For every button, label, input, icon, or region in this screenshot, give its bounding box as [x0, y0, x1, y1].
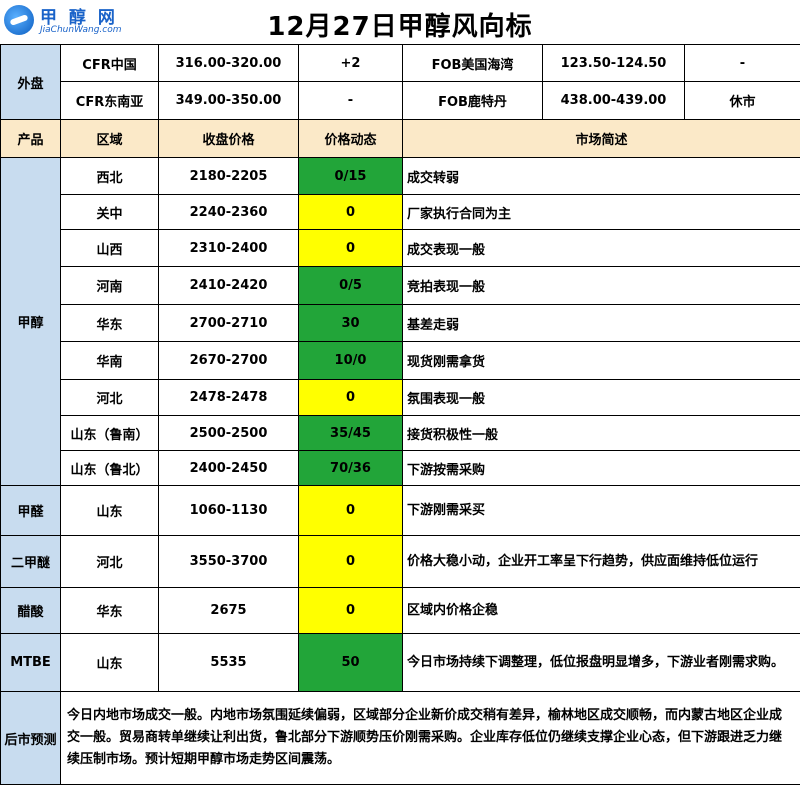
price-cell: 2478-2478 [158, 379, 299, 416]
region-cell: 河北 [60, 379, 159, 416]
external-name: FOB鹿特丹 [402, 81, 543, 120]
table-row: 河北 2478-2478 0 氛围表现一般 [1, 379, 800, 416]
region-cell: 华东 [60, 587, 159, 634]
region-cell: 山东 [60, 633, 159, 692]
price-cell: 2670-2700 [158, 341, 299, 380]
external-label: 外盘 [0, 44, 61, 120]
external-price: 349.00-350.00 [158, 81, 299, 120]
change-cell: 35/45 [298, 415, 403, 451]
col-product: 产品 [0, 119, 61, 158]
price-cell: 2500-2500 [158, 415, 299, 451]
desc-cell: 下游刚需采买 [402, 485, 800, 536]
desc-cell: 今日市场持续下调整理，低位报盘明显增多，下游业者刚需求购。 [402, 633, 800, 692]
price-cell: 2310-2400 [158, 229, 299, 267]
price-cell: 2410-2420 [158, 266, 299, 305]
region-cell: 山东 [60, 485, 159, 536]
desc-cell: 价格大稳小动，企业开工率呈下行趋势，供应面维持低位运行 [402, 535, 800, 588]
change-cell: 0 [298, 587, 403, 634]
external-price: 438.00-439.00 [542, 81, 685, 120]
col-desc: 市场简述 [402, 119, 800, 158]
change-cell: 0 [298, 229, 403, 267]
change-cell: 30 [298, 304, 403, 342]
region-cell: 山东（鲁南） [60, 415, 159, 451]
change-cell: 0/15 [298, 157, 403, 195]
product-label: 醋酸 [0, 587, 61, 634]
change-cell: 0 [298, 485, 403, 536]
col-price: 收盘价格 [158, 119, 299, 158]
desc-cell: 基差走弱 [402, 304, 800, 342]
forecast-text: 今日内地市场成交一般。内地市场氛围延续偏弱，区域部分企业新价成交稍有差异，榆林地… [60, 691, 800, 785]
forecast-row: 后市预测 今日内地市场成交一般。内地市场氛围延续偏弱，区域部分企业新价成交稍有差异… [0, 691, 800, 785]
region-cell: 华南 [60, 341, 159, 380]
table-row: 甲醛 山东 1060-1130 0 下游刚需采买 [0, 485, 800, 536]
desc-cell: 成交转弱 [402, 157, 800, 195]
table-row: 华东 2700-2710 30 基差走弱 [1, 304, 800, 342]
external-change: - [298, 81, 403, 120]
col-change: 价格动态 [298, 119, 403, 158]
forecast-label: 后市预测 [0, 691, 61, 785]
change-cell: 0 [298, 379, 403, 416]
change-cell: 70/36 [298, 450, 403, 486]
table-row: 醋酸 华东 2675 0 区域内价格企稳 [0, 587, 800, 634]
region-cell: 关中 [60, 194, 159, 230]
column-header-row: 产品 区域 收盘价格 价格动态 市场简述 [0, 119, 800, 158]
desc-cell: 氛围表现一般 [402, 379, 800, 416]
table-row: 山西 2310-2400 0 成交表现一般 [1, 229, 800, 267]
external-name: CFR中国 [60, 44, 159, 82]
product-label: 甲醛 [0, 485, 61, 536]
price-cell: 2400-2450 [158, 450, 299, 486]
desc-cell: 下游按需采购 [402, 450, 800, 486]
desc-cell: 区域内价格企稳 [402, 587, 800, 634]
change-cell: 50 [298, 633, 403, 692]
table-row: 山东（鲁南） 2500-2500 35/45 接货积极性一般 [1, 415, 800, 451]
change-cell: 0 [298, 535, 403, 588]
price-cell: 5535 [158, 633, 299, 692]
external-price: 316.00-320.00 [158, 44, 299, 82]
external-change: 休市 [684, 81, 800, 120]
external-row: 外盘 CFR中国 316.00-320.00 +2 FOB美国海湾 123.50… [0, 44, 800, 120]
price-cell: 2180-2205 [158, 157, 299, 195]
page: 甲 醇 网 JiaChunWang.com 12月27日甲醇风向标 外盘 CFR… [0, 0, 800, 806]
external-row: CFR东南亚 349.00-350.00 - FOB鹿特丹 438.00-439… [1, 81, 800, 120]
page-title: 12月27日甲醇风向标 [267, 12, 533, 42]
desc-cell: 成交表现一般 [402, 229, 800, 267]
desc-cell: 接货积极性一般 [402, 415, 800, 451]
region-cell: 华东 [60, 304, 159, 342]
region-cell: 河北 [60, 535, 159, 588]
region-cell: 山西 [60, 229, 159, 267]
price-cell: 3550-3700 [158, 535, 299, 588]
external-price: 123.50-124.50 [542, 44, 685, 82]
table-row: 甲醇 西北 2180-2205 0/15 成交转弱 [0, 157, 800, 486]
price-cell: 2700-2710 [158, 304, 299, 342]
header: 甲 醇 网 JiaChunWang.com 12月27日甲醇风向标 [0, 0, 800, 45]
desc-cell: 现货刚需拿货 [402, 341, 800, 380]
region-cell: 西北 [60, 157, 159, 195]
table-row: 河南 2410-2420 0/5 竞拍表现一般 [1, 266, 800, 305]
price-table: 外盘 CFR中国 316.00-320.00 +2 FOB美国海湾 123.50… [0, 44, 800, 785]
change-cell: 0/5 [298, 266, 403, 305]
change-cell: 10/0 [298, 341, 403, 380]
price-cell: 2240-2360 [158, 194, 299, 230]
external-change: - [684, 44, 800, 82]
product-label: 二甲醚 [0, 535, 61, 588]
price-cell: 1060-1130 [158, 485, 299, 536]
table-row: MTBE 山东 5535 50 今日市场持续下调整理，低位报盘明显增多，下游业者刚需求购… [0, 633, 800, 692]
external-change: +2 [298, 44, 403, 82]
external-name: CFR东南亚 [60, 81, 159, 120]
product-label: MTBE [0, 633, 61, 692]
col-region: 区域 [60, 119, 159, 158]
region-cell: 山东（鲁北） [60, 450, 159, 486]
external-name: FOB美国海湾 [402, 44, 543, 82]
table-row: 关中 2240-2360 0 厂家执行合同为主 [1, 194, 800, 230]
region-cell: 河南 [60, 266, 159, 305]
table-row: 二甲醚 河北 3550-3700 0 价格大稳小动，企业开工率呈下行趋势，供应面维持低位… [0, 535, 800, 588]
table-row: 华南 2670-2700 10/0 现货刚需拿货 [1, 341, 800, 380]
table-row: 山东（鲁北） 2400-2450 70/36 下游按需采购 [1, 450, 800, 486]
price-cell: 2675 [158, 587, 299, 634]
product-label: 甲醇 [0, 157, 61, 486]
change-cell: 0 [298, 194, 403, 230]
desc-cell: 厂家执行合同为主 [402, 194, 800, 230]
desc-cell: 竞拍表现一般 [402, 266, 800, 305]
